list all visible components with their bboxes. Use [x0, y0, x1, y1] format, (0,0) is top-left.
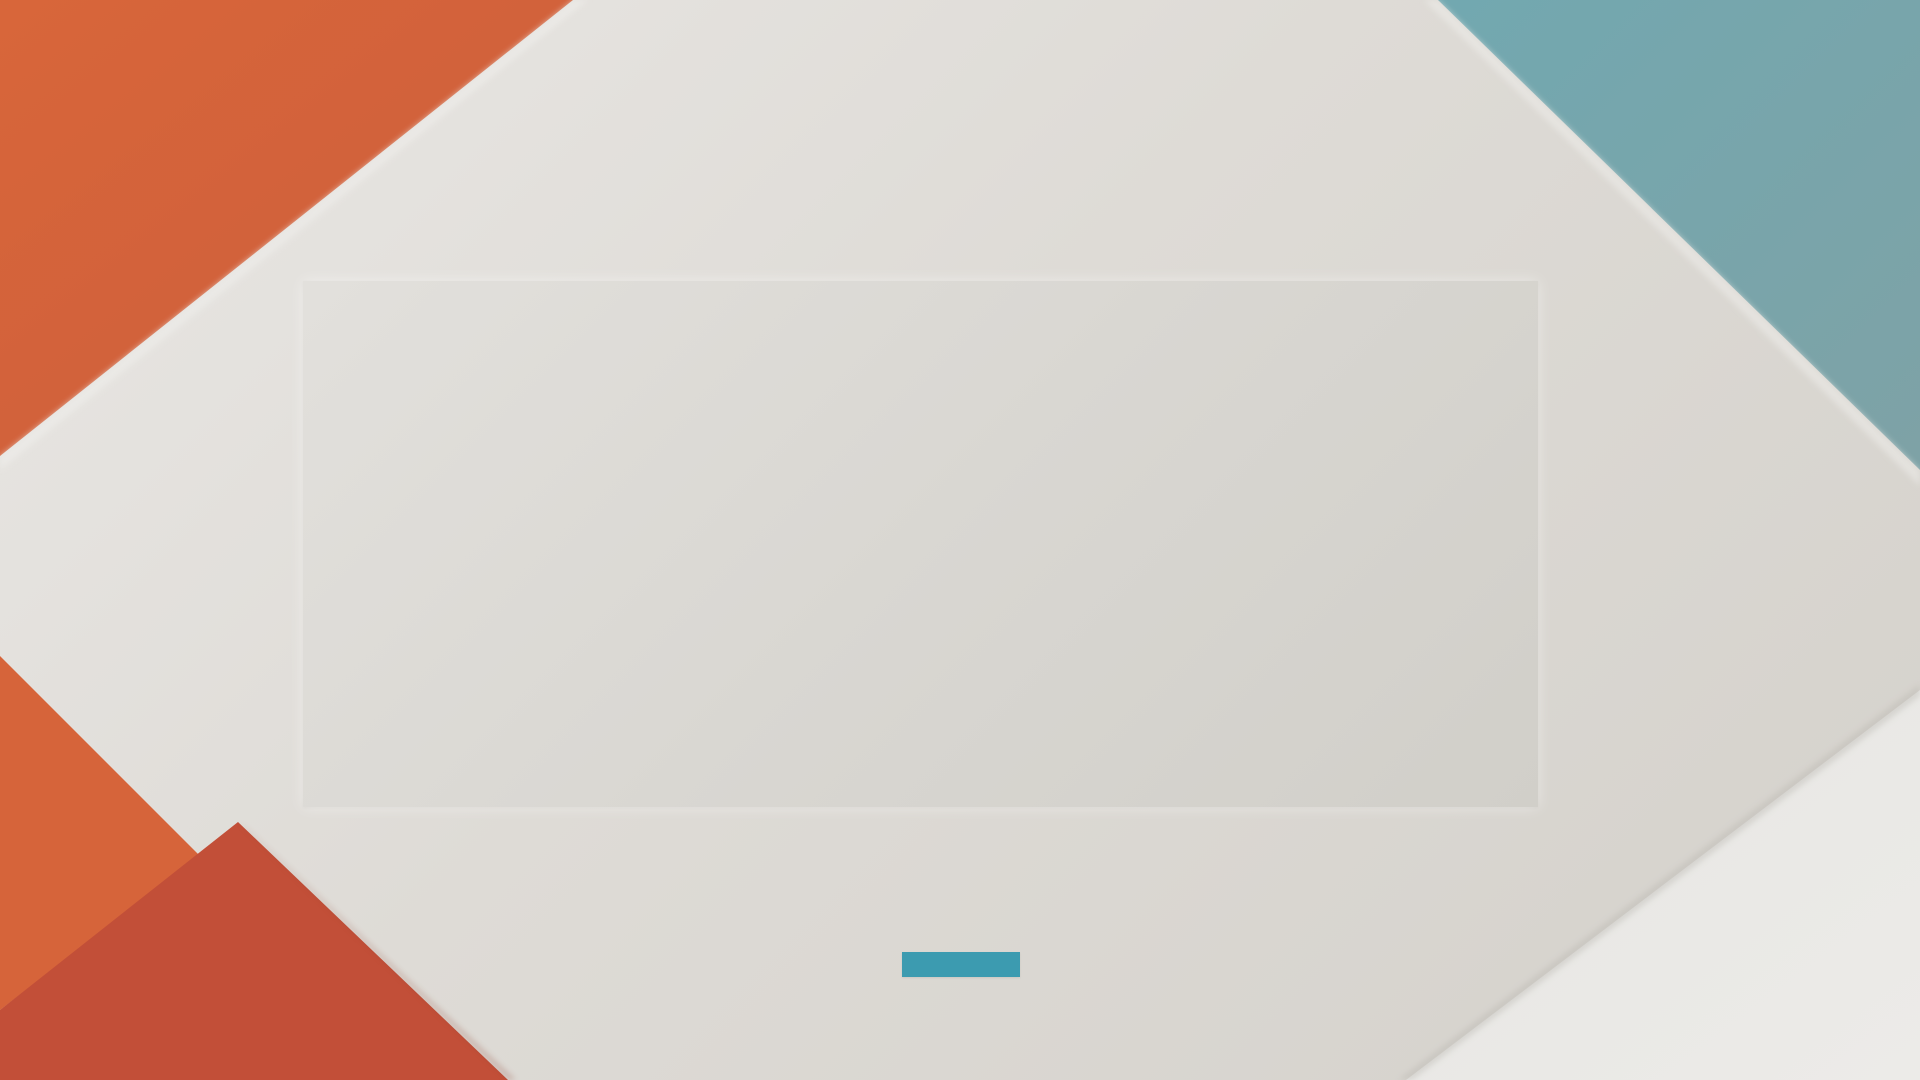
- content-panel: [303, 281, 1538, 807]
- text-line-3: [734, 848, 1186, 856]
- description-text: [0, 806, 1920, 877]
- page-canvas: [0, 0, 1920, 1080]
- text-line-1: [766, 806, 1154, 814]
- primary-action-button[interactable]: [902, 952, 1020, 977]
- text-line-2: [713, 827, 1207, 835]
- text-line-4: [847, 869, 1073, 877]
